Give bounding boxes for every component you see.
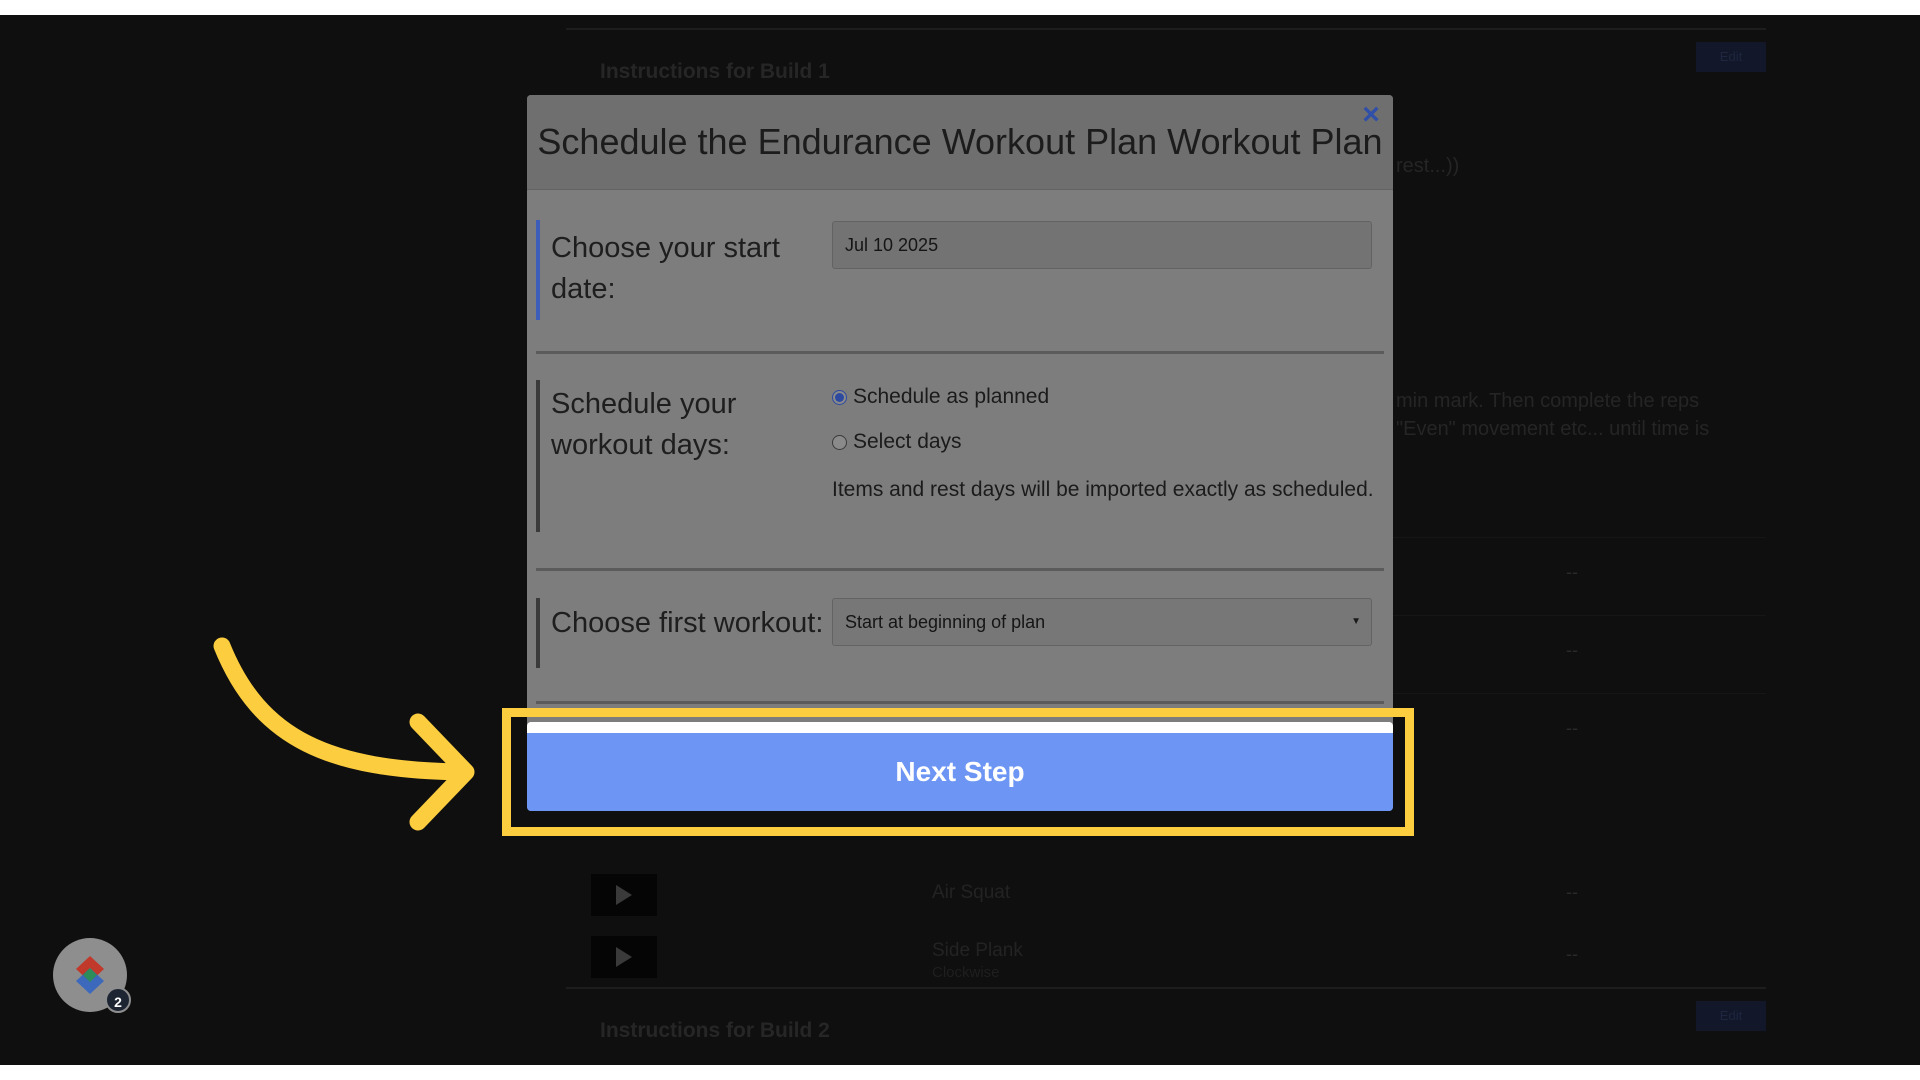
first-workout-label: Choose first workout:: [551, 607, 824, 639]
radio-select-days[interactable]: Select days: [832, 427, 962, 457]
section-accent-bar: [536, 220, 540, 320]
exercise-value: --: [1566, 640, 1578, 660]
workout-days-label: Schedule your workout days:: [551, 388, 737, 461]
radio-button-unchecked[interactable]: [832, 434, 847, 450]
exercise-value: --: [1566, 562, 1578, 582]
caret-down-icon: ▼: [1351, 616, 1361, 627]
start-date-label: Choose your start date:: [551, 232, 780, 305]
exercise-value: --: [1566, 944, 1578, 964]
exercise-name: Air Squat: [932, 882, 1011, 903]
close-icon[interactable]: ×: [1356, 100, 1386, 130]
section-divider: [536, 568, 1384, 571]
modal-title: Schedule the Endurance Workout Plan Work…: [537, 121, 1383, 162]
exercise-value: --: [1566, 718, 1578, 738]
workout-days-help-text: Items and rest days will be imported exa…: [832, 478, 1374, 501]
first-workout-select[interactable]: Start at beginning of plan ▼: [832, 598, 1372, 646]
background-snippet: rest...)): [1396, 155, 1460, 177]
section-accent-bar: [536, 598, 540, 668]
exercise-subtext: Clockwise: [932, 964, 1000, 981]
exercise-name: Side Plank: [932, 940, 1023, 961]
section-divider: [536, 351, 1384, 354]
radio-label[interactable]: Select days: [853, 430, 962, 454]
modal-header: Schedule the Endurance Workout Plan Work…: [527, 95, 1393, 190]
build-2-edit-button[interactable]: Edit: [1696, 1001, 1766, 1031]
select-value: Start at beginning of plan: [845, 612, 1046, 632]
build-2-header: Instructions for Build 2 Edit: [566, 987, 1766, 1049]
build-1-header: Instructions for Build 1 Edit: [566, 28, 1766, 90]
table-row[interactable]: Side Plank Clockwise --: [566, 920, 1766, 994]
video-thumbnail[interactable]: [591, 874, 657, 916]
radio-label[interactable]: Schedule as planned: [853, 385, 1049, 409]
background-snippet: "Even" movement etc... until time is: [1396, 418, 1710, 440]
notification-badge: 2: [105, 987, 131, 1013]
highlight-box: [502, 708, 1414, 836]
build-1-title: Instructions for Build 1: [600, 60, 830, 83]
radio-button-checked[interactable]: [832, 389, 847, 405]
build-2-title: Instructions for Build 2: [600, 1019, 830, 1042]
app-logo-icon: [76, 956, 104, 994]
schedule-modal: Schedule the Endurance Workout Plan Work…: [527, 95, 1393, 811]
background-snippet: min mark. Then complete the reps: [1396, 390, 1700, 412]
section-divider: [536, 701, 1384, 704]
radio-schedule-as-planned[interactable]: Schedule as planned: [832, 382, 1049, 412]
video-thumbnail[interactable]: [591, 936, 657, 978]
start-date-input[interactable]: [832, 221, 1372, 269]
section-accent-bar: [536, 380, 540, 532]
pointer-arrow-icon: [213, 637, 475, 831]
build-1-edit-button[interactable]: Edit: [1696, 42, 1766, 72]
exercise-value: --: [1566, 882, 1578, 902]
